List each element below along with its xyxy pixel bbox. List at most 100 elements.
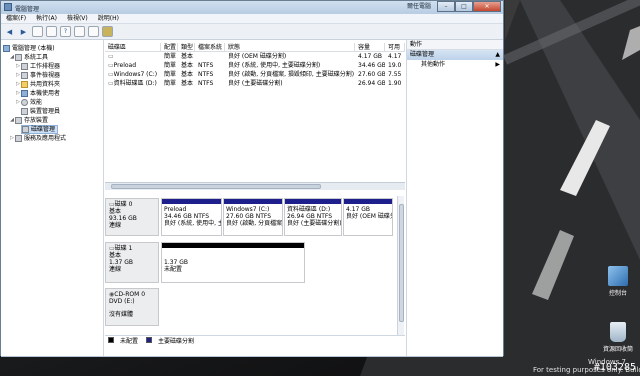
- tree-performance-label: 效能: [30, 99, 43, 106]
- system-tools-icon: [15, 54, 22, 61]
- tree-local-users-label: 本機使用者: [30, 90, 61, 97]
- services-icon: [15, 135, 22, 142]
- disk-1-label[interactable]: ▭磁碟 1 基本 1.37 GB 連線: [105, 242, 159, 283]
- actions-section-disk-management[interactable]: 磁碟管理 ▲: [407, 50, 503, 60]
- close-button[interactable]: ✕: [473, 1, 501, 12]
- back-arrow-icon[interactable]: ◀: [4, 26, 15, 37]
- menu-file[interactable]: 檔案(F): [1, 14, 31, 23]
- partition-oem[interactable]: 4.17 GB 良好 (OEM 磁碟分: [343, 198, 393, 236]
- tree-item-services[interactable]: ▷ 服務及應用程式: [9, 134, 66, 143]
- partition-bar: [285, 199, 341, 204]
- cdrom-name: CD-ROM 0: [114, 291, 146, 298]
- image-badge: #103285: [593, 362, 636, 373]
- vscroll-thumb[interactable]: [399, 204, 404, 322]
- partition-unallocated[interactable]: 1.37 GB 未配置: [161, 242, 305, 283]
- disk-management-icon: [22, 126, 29, 133]
- cell-status: 良好 (OEM 磁碟分割): [228, 53, 287, 60]
- col-capacity[interactable]: 容量: [355, 43, 385, 51]
- cdrom-drive: DVD (E:): [109, 298, 135, 305]
- tree-item-performance[interactable]: ▷ 效能: [15, 98, 42, 107]
- hscroll-thumb[interactable]: [111, 184, 321, 189]
- tree-item-task-scheduler[interactable]: ▷ 工作排程器: [15, 62, 60, 71]
- tree-disk-management-label: 磁碟管理: [31, 126, 56, 133]
- tree-item-device-manager[interactable]: 裝置管理員: [21, 107, 60, 116]
- tree-item-root[interactable]: 電腦管理 (本機): [3, 44, 55, 53]
- table-row[interactable]: ▭資料磁碟區 (D:) 簡單 基本 NTFS 良好 (主要磁碟分割) 26.94…: [105, 79, 405, 88]
- partition-windows7[interactable]: Windows7 (C:) 27.60 GB NTFS 良好 (啟動, 分頁檔案: [223, 198, 283, 236]
- minimize-button[interactable]: –: [437, 1, 455, 12]
- list-view-icon[interactable]: [74, 26, 85, 37]
- tree-item-storage[interactable]: ◢ 存放裝置: [9, 116, 48, 125]
- cell-volume: ▭Windows7 (C:): [108, 71, 158, 78]
- disk-view-icon[interactable]: [102, 26, 113, 37]
- disk-0-label[interactable]: ▭磁碟 0 基本 93.16 GB 連線: [105, 198, 159, 236]
- disk-view-vscrollbar[interactable]: [397, 196, 404, 336]
- col-volume[interactable]: 磁碟區: [105, 43, 161, 51]
- cell-filesystem: [195, 52, 225, 61]
- device-manager-icon: [21, 108, 28, 115]
- table-row[interactable]: ▭Windows7 (C:) 簡單 基本 NTFS 良好 (啟動, 分頁檔案, …: [105, 70, 405, 79]
- cell-status: 良好 (系統, 使用中, 主要磁碟分割): [228, 62, 321, 69]
- tree-item-local-users[interactable]: ▷ 本機使用者: [15, 89, 60, 98]
- tree-item-event-viewer[interactable]: ▷ 事件檢視器: [15, 71, 60, 80]
- maximize-button[interactable]: □: [455, 1, 473, 12]
- cell-type: 基本: [181, 80, 194, 87]
- control-panel-desktop-icon[interactable]: 控制台: [598, 266, 638, 297]
- disk-graphical-view: ▭磁碟 0 基本 93.16 GB 連線 Preload 34.46 GB NT…: [105, 196, 401, 336]
- actions-header: 動作: [407, 40, 503, 50]
- cdrom-label[interactable]: ◉CD-ROM 0 DVD (E:) 沒有媒體: [105, 288, 159, 326]
- col-status[interactable]: 狀態: [225, 43, 355, 51]
- cell-status: 良好 (主要磁碟分割): [228, 80, 283, 87]
- disk-0-type: 基本: [109, 208, 122, 215]
- menu-view[interactable]: 檢視(V): [62, 14, 93, 23]
- show-hide-tree-icon[interactable]: [88, 26, 99, 37]
- disk-1-name: 磁碟 1: [114, 245, 133, 252]
- cell-capacity: 26.94 GB: [358, 80, 385, 87]
- col-free[interactable]: 可用: [385, 43, 405, 51]
- disk-1-type: 基本: [109, 252, 122, 259]
- partition-legend: 未配置 主要磁碟分割: [105, 335, 405, 345]
- cell-volume: ▭: [108, 53, 114, 60]
- storage-icon: [15, 117, 22, 124]
- tree-root-label: 電腦管理 (本機): [12, 45, 55, 52]
- help-icon[interactable]: ?: [60, 26, 71, 37]
- volume-list-hscrollbar[interactable]: [105, 182, 405, 190]
- tree-item-disk-management[interactable]: 磁碟管理: [21, 125, 59, 134]
- tree-item-system-tools[interactable]: ◢ 系統工具: [9, 53, 48, 62]
- recycle-bin-desktop-icon[interactable]: 資源回收筒: [598, 322, 638, 353]
- partition-status: 未配置: [164, 266, 183, 273]
- actions-pane: 動作 磁碟管理 ▲ 其他動作 ▶: [406, 40, 503, 356]
- window-controls: 爾任電腦 – □ ✕: [407, 1, 501, 12]
- partition-bar: [162, 243, 304, 248]
- cell-filesystem: NTFS: [198, 80, 214, 87]
- partition-data-d[interactable]: 資料磁碟區 (D:) 26.94 GB NTFS 良好 (主要磁碟分割): [284, 198, 342, 236]
- cell-filesystem: NTFS: [198, 71, 214, 78]
- table-row[interactable]: ▭Preload 簡單 基本 NTFS 良好 (系統, 使用中, 主要磁碟分割)…: [105, 61, 405, 70]
- collapse-up-icon[interactable]: ▲: [495, 50, 500, 60]
- menu-help[interactable]: 說明(H): [93, 14, 124, 23]
- table-row[interactable]: ▭ 簡單 基本 良好 (OEM 磁碟分割) 4.17 GB 4.17: [105, 52, 405, 61]
- disk-0-name: 磁碟 0: [114, 201, 133, 208]
- forward-arrow-icon[interactable]: ▶: [18, 26, 29, 37]
- recycle-bin-label: 資源回收筒: [602, 346, 633, 353]
- event-viewer-icon: [21, 72, 28, 79]
- cell-free: 7.55: [388, 71, 402, 78]
- col-filesystem[interactable]: 檔案系統: [195, 43, 225, 51]
- partition-status: 良好 (OEM 磁碟分: [346, 213, 393, 220]
- action-more[interactable]: 其他動作 ▶: [407, 60, 503, 69]
- col-layout[interactable]: 配置: [161, 43, 178, 51]
- tree-item-shared-folders[interactable]: ▷ 共用資料夾: [15, 80, 60, 89]
- recycle-bin-icon: [610, 322, 626, 342]
- legend-unallocated-swatch: [108, 337, 114, 343]
- up-folder-icon[interactable]: [32, 26, 43, 37]
- partition-size: 26.94 GB NTFS: [287, 213, 333, 220]
- title-bar[interactable]: 電腦管理 爾任電腦 – □ ✕: [1, 1, 503, 14]
- properties-icon[interactable]: [46, 26, 57, 37]
- partition-preload[interactable]: Preload 34.46 GB NTFS 良好 (系統, 使用中, 主: [161, 198, 222, 236]
- partition-name: 資料磁碟區 (D:): [287, 206, 331, 213]
- status-bar: [1, 356, 503, 357]
- col-type[interactable]: 類型: [178, 43, 195, 51]
- partition-size: 34.46 GB NTFS: [164, 213, 210, 220]
- cell-free: 4.17: [388, 53, 402, 60]
- menu-action[interactable]: 執行(A): [31, 14, 62, 23]
